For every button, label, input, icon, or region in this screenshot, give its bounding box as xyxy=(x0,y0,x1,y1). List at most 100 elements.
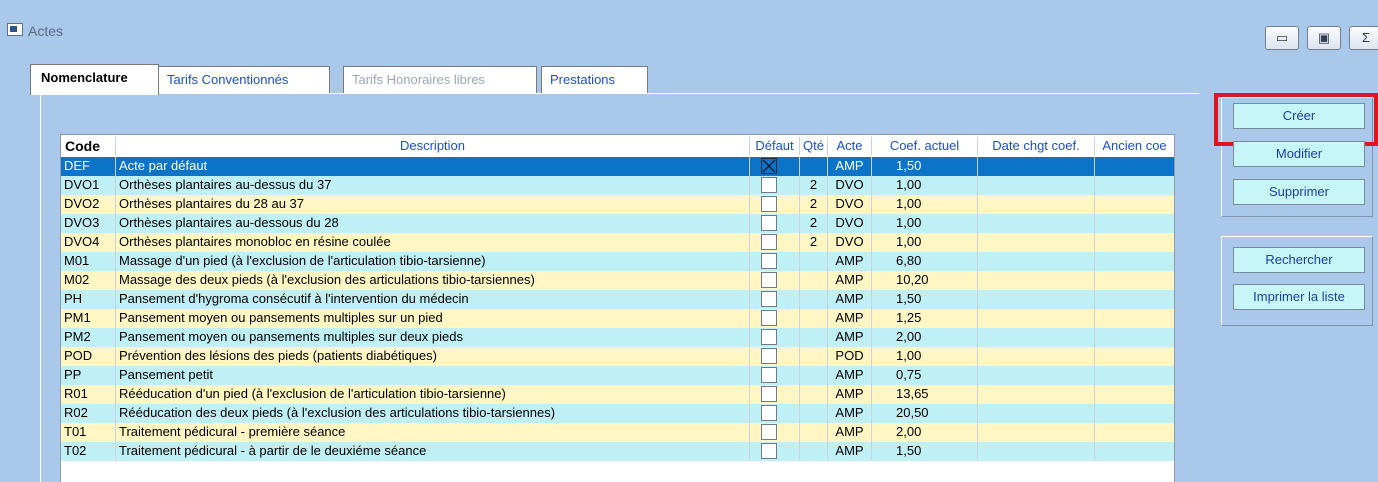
cell-description: Orthèses plantaires au-dessus du 37 xyxy=(116,176,750,195)
actes-table[interactable]: Code Description Défaut Qté Acte Coef. a… xyxy=(60,134,1175,482)
table-row[interactable]: DVO2 Orthèses plantaires du 28 au 37 2 DVO 1… xyxy=(61,195,1174,214)
cell-qty xyxy=(800,347,828,366)
cell-qty xyxy=(800,404,828,423)
cell-code: DVO1 xyxy=(61,176,116,195)
cell-acte: AMP xyxy=(828,328,872,347)
cell-old xyxy=(1095,366,1174,385)
table-row[interactable]: PH Pansement d'hygroma consécutif à l'int… xyxy=(61,290,1174,309)
cell-date xyxy=(978,233,1095,252)
table-row[interactable]: T02 Traitement pédicural - à partir de le… xyxy=(61,442,1174,461)
default-checkbox[interactable] xyxy=(761,386,777,402)
table-row[interactable]: DVO3 Orthèses plantaires au-dessous du 28… xyxy=(61,214,1174,233)
highlight-box xyxy=(1214,93,1378,146)
col-default[interactable]: Défaut xyxy=(750,137,800,155)
col-date-chgt[interactable]: Date chgt coef. xyxy=(978,137,1095,155)
default-checkbox[interactable] xyxy=(761,443,777,459)
print-list-button[interactable]: Imprimer la liste xyxy=(1233,284,1365,310)
cell-acte: AMP xyxy=(828,252,872,271)
default-checkbox[interactable] xyxy=(761,196,777,212)
default-checkbox[interactable] xyxy=(761,367,777,383)
window-title: Actes xyxy=(28,23,64,39)
check-x-icon xyxy=(762,159,776,173)
cell-code: T02 xyxy=(61,442,116,461)
cell-acte: AMP xyxy=(828,404,872,423)
default-checkbox[interactable] xyxy=(761,310,777,326)
default-checkbox[interactable] xyxy=(761,291,777,307)
cell-description: Massage des deux pieds (à l'exclusion de… xyxy=(116,271,750,290)
cell-coef: 2,00 xyxy=(872,328,978,347)
cell-acte: AMP xyxy=(828,385,872,404)
minimize-button[interactable]: ▭ xyxy=(1265,26,1299,50)
default-checkbox[interactable] xyxy=(761,348,777,364)
cell-qty xyxy=(800,309,828,328)
default-checkbox[interactable] xyxy=(761,405,777,421)
cell-coef: 1,00 xyxy=(872,347,978,366)
cell-date xyxy=(978,366,1095,385)
close-button[interactable]: Σ xyxy=(1349,26,1378,50)
cell-coef: 1,50 xyxy=(872,157,978,176)
default-checkbox[interactable] xyxy=(761,272,777,288)
cell-acte: AMP xyxy=(828,366,872,385)
cell-date xyxy=(978,404,1095,423)
tab-tarifs-conventionnes[interactable]: Tarifs Conventionnés xyxy=(158,66,330,94)
col-acte[interactable]: Acte xyxy=(828,137,872,155)
table-row[interactable]: DVO1 Orthèses plantaires au-dessus du 37 2… xyxy=(61,176,1174,195)
cell-qty: 2 xyxy=(800,233,828,252)
col-code[interactable]: Code xyxy=(61,137,116,155)
default-checkbox[interactable] xyxy=(761,215,777,231)
cell-qty: 2 xyxy=(800,176,828,195)
cell-acte: AMP xyxy=(828,271,872,290)
cell-old xyxy=(1095,176,1174,195)
table-row[interactable]: M02 Massage des deux pieds (à l'exclusion… xyxy=(61,271,1174,290)
col-coef[interactable]: Coef. actuel xyxy=(872,137,978,155)
cell-code: M01 xyxy=(61,252,116,271)
cell-code: POD xyxy=(61,347,116,366)
cell-acte: AMP xyxy=(828,157,872,176)
table-row[interactable]: PM1 Pansement moyen ou pansements multipl… xyxy=(61,309,1174,328)
table-row[interactable]: PP Pansement petit AMP 0,75 xyxy=(61,366,1174,385)
maximize-button[interactable]: ▣ xyxy=(1307,26,1341,50)
cell-qty xyxy=(800,423,828,442)
cell-description: Orthèses plantaires du 28 au 37 xyxy=(116,195,750,214)
default-checkbox[interactable] xyxy=(761,234,777,250)
cell-description: Traitement pédicural - à partir de le de… xyxy=(116,442,750,461)
tab-nomenclature[interactable]: Nomenclature xyxy=(30,64,159,95)
default-checkbox[interactable] xyxy=(761,329,777,345)
cell-date xyxy=(978,195,1095,214)
table-header: Code Description Défaut Qté Acte Coef. a… xyxy=(61,137,1174,155)
delete-button[interactable]: Supprimer xyxy=(1233,179,1365,205)
default-checkbox[interactable] xyxy=(761,424,777,440)
table-row[interactable]: M01 Massage d'un pied (à l'exclusion de l… xyxy=(61,252,1174,271)
cell-default xyxy=(750,214,800,233)
col-ancien-coef[interactable]: Ancien coe xyxy=(1095,137,1174,155)
cell-qty xyxy=(800,385,828,404)
default-checkbox[interactable] xyxy=(761,177,777,193)
cell-code: PH xyxy=(61,290,116,309)
cell-acte: DVO xyxy=(828,195,872,214)
table-row[interactable]: POD Prévention des lésions des pieds (pat… xyxy=(61,347,1174,366)
cell-date xyxy=(978,423,1095,442)
table-row[interactable]: DVO4 Orthèses plantaires monobloc en rési… xyxy=(61,233,1174,252)
tab-prestations[interactable]: Prestations xyxy=(541,66,648,94)
default-checkbox[interactable] xyxy=(761,253,777,269)
table-row[interactable]: T01 Traitement pédicural - première séanc… xyxy=(61,423,1174,442)
col-qty[interactable]: Qté xyxy=(800,137,828,155)
cell-acte: AMP xyxy=(828,309,872,328)
col-description[interactable]: Description xyxy=(116,137,750,155)
modify-button[interactable]: Modifier xyxy=(1233,141,1365,167)
default-checkbox[interactable] xyxy=(761,158,777,174)
cell-default xyxy=(750,404,800,423)
cell-code: DEF xyxy=(61,157,116,176)
search-button[interactable]: Rechercher xyxy=(1233,247,1365,273)
cell-description: Rééducation d'un pied (à l'exclusion de … xyxy=(116,385,750,404)
cell-description: Pansement d'hygroma consécutif à l'inter… xyxy=(116,290,750,309)
table-row[interactable]: PM2 Pansement moyen ou pansements multipl… xyxy=(61,328,1174,347)
cell-coef: 1,00 xyxy=(872,195,978,214)
cell-default xyxy=(750,252,800,271)
cell-coef: 10,20 xyxy=(872,271,978,290)
table-row[interactable]: DEF Acte par défaut AMP 1,50 xyxy=(61,157,1174,176)
cell-old xyxy=(1095,309,1174,328)
table-row[interactable]: R01 Rééducation d'un pied (à l'exclusion … xyxy=(61,385,1174,404)
table-row[interactable]: R02 Rééducation des deux pieds (à l'exclu… xyxy=(61,404,1174,423)
window-icon xyxy=(7,23,23,36)
